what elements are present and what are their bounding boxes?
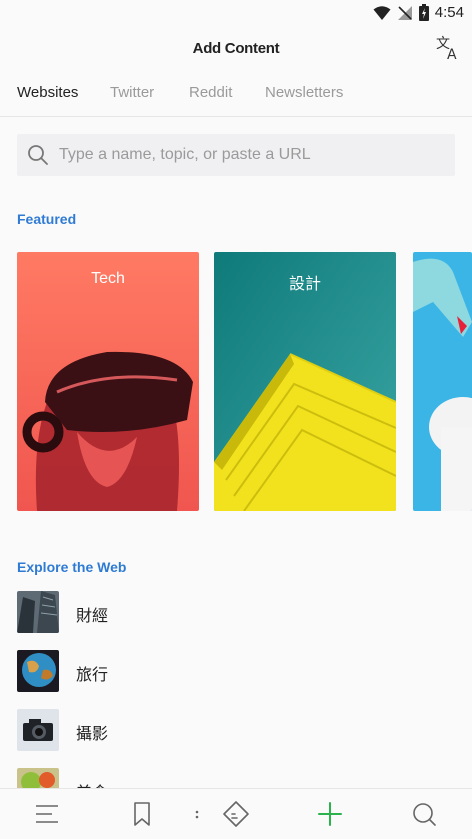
card-image-vr-headset (17, 252, 199, 511)
header: Add Content 文 A (0, 28, 472, 70)
list-item-travel[interactable]: 旅行 (17, 650, 457, 694)
source-tabs: Websites Twitter Reddit Newsletters (0, 72, 472, 117)
status-time: 4:54 (434, 4, 464, 21)
featured-title: Featured (17, 211, 77, 227)
tab-newsletters[interactable]: Newsletters (265, 84, 343, 101)
feedly-icon[interactable] (222, 800, 250, 828)
featured-card-tech[interactable]: Tech (17, 252, 199, 511)
search-icon (28, 145, 48, 165)
explore-title: Explore the Web (17, 559, 127, 575)
tab-reddit[interactable]: Reddit (189, 84, 232, 101)
thumb-photography (17, 709, 59, 751)
menu-icon[interactable] (34, 801, 60, 827)
add-icon[interactable] (317, 801, 343, 827)
no-signal-icon (397, 5, 412, 20)
status-bar: 4:54 (0, 0, 472, 28)
page-title: Add Content (192, 40, 280, 57)
search-input[interactable] (59, 134, 439, 176)
thumb-travel (17, 650, 59, 692)
wifi-icon (373, 5, 391, 20)
card-label: Tech (91, 270, 125, 287)
featured-card-food[interactable] (413, 252, 472, 511)
list-label: 攝影 (76, 726, 109, 743)
bottom-nav (0, 788, 472, 839)
status-icons: 4:54 (373, 4, 464, 21)
thumb-finance (17, 591, 59, 633)
globe-icon (17, 650, 59, 692)
battery-icon (418, 4, 429, 21)
svg-text:A: A (447, 47, 457, 62)
more-vertical-icon[interactable] (190, 801, 204, 827)
search-box (17, 134, 455, 176)
card-label: 設計 (288, 276, 321, 293)
bookmark-icon[interactable] (129, 801, 155, 827)
city-buildings-icon (17, 591, 59, 633)
search-icon[interactable] (411, 801, 437, 827)
card-image-teapot (413, 252, 472, 511)
featured-card-design[interactable]: 設計 (214, 252, 396, 511)
translate-icon[interactable]: 文 A (434, 34, 462, 62)
camera-icon (17, 709, 59, 751)
list-label: 旅行 (76, 667, 109, 684)
list-label: 財經 (76, 608, 109, 625)
tab-websites[interactable]: Websites (17, 84, 78, 101)
list-item-finance[interactable]: 財經 (17, 591, 457, 635)
tab-twitter[interactable]: Twitter (110, 84, 154, 101)
list-item-photography[interactable]: 攝影 (17, 709, 457, 753)
